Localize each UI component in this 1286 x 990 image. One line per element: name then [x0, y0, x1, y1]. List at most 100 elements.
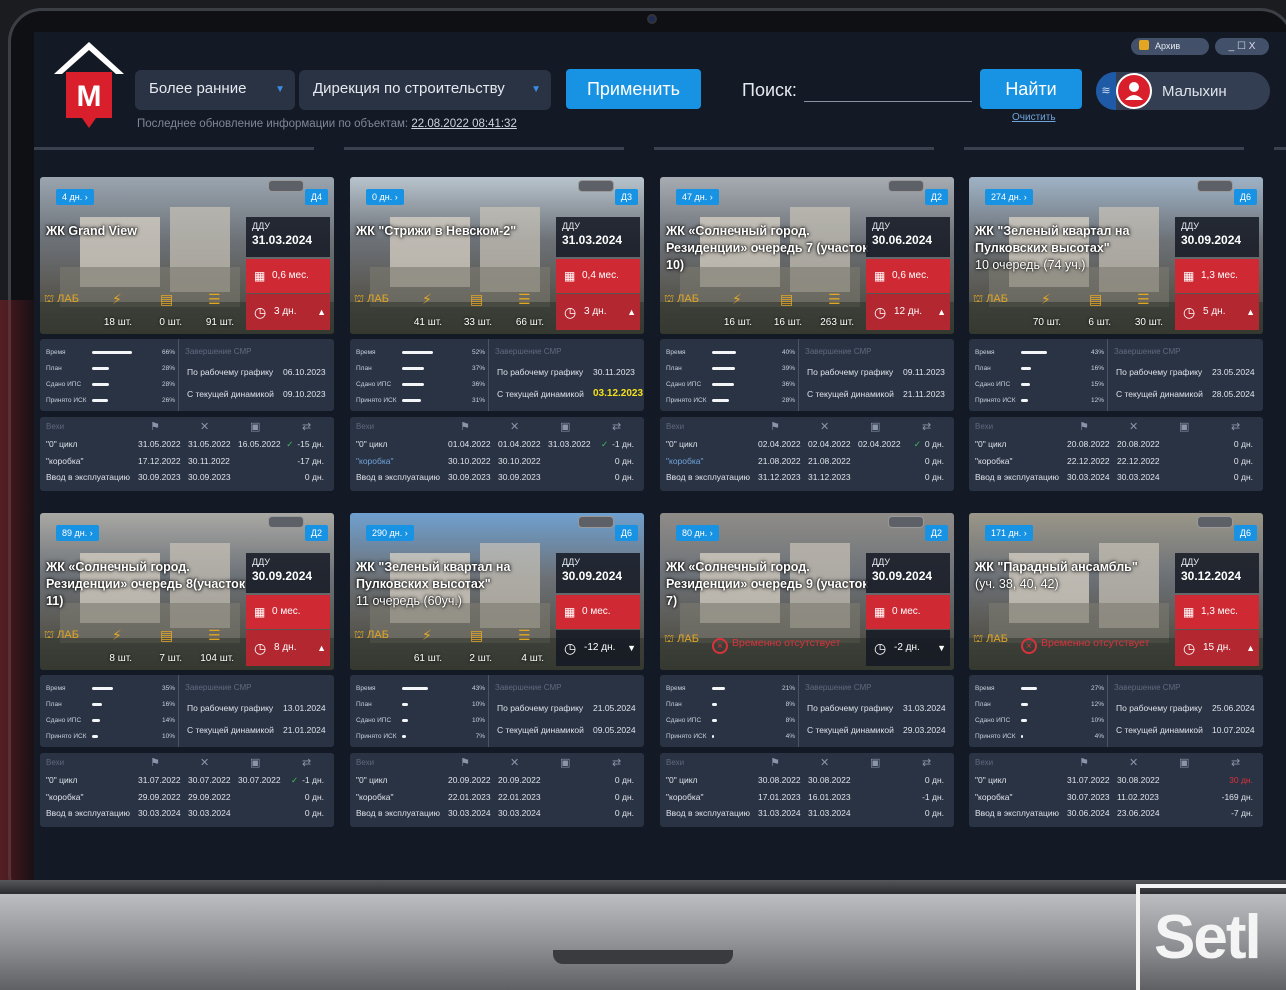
- camera-icon[interactable]: [578, 516, 614, 528]
- camera-icon[interactable]: [888, 516, 924, 528]
- clear-link[interactable]: Очистить: [1012, 112, 1056, 123]
- days-badge[interactable]: 80 дн. ›: [676, 525, 719, 541]
- flag-icon: ⚑: [150, 421, 160, 433]
- progress-row: Принято ИСК 7%: [356, 733, 486, 740]
- find-button[interactable]: Найти: [980, 69, 1082, 109]
- object-photo[interactable]: 171 дн. › Д6 ЖК "Парадный ансамбль" (уч. 38…: [969, 513, 1263, 670]
- object-photo[interactable]: 89 дн. › Д2 ЖК «Солнечный город. Резиденци…: [40, 513, 334, 670]
- object-card[interactable]: 47 дн. › Д2 ЖК «Солнечный город. Резиденци…: [660, 177, 954, 493]
- progress-label: Принято ИСК: [666, 733, 707, 740]
- app-logo: M: [54, 42, 124, 128]
- object-card[interactable]: 0 дн. › Д3 ЖК "Стрижи в Невском-2" ДДУ 31.03…: [350, 177, 644, 493]
- current-date: 21.11.2023: [903, 389, 945, 399]
- count-3: 263 шт.: [820, 317, 854, 328]
- schedule-date: 30.11.2023: [593, 367, 635, 377]
- days-badge[interactable]: 274 дн. ›: [985, 189, 1033, 205]
- object-photo[interactable]: 4 дн. › Д4 ЖК Grand View ДДУ 31.03.2024 0,6 м…: [40, 177, 334, 334]
- milestone-delta-value: -7 дн.: [1231, 808, 1253, 818]
- run-icon: ⇄: [1231, 421, 1241, 433]
- milestone-plan-date: 20.09.2022: [448, 775, 491, 785]
- milestone-delta: -169 дн.: [1222, 792, 1253, 802]
- count-1: 16 шт.: [723, 317, 752, 328]
- completion-schedule-row: По рабочему графику 21.05.2024: [497, 703, 647, 713]
- object-card[interactable]: 171 дн. › Д6 ЖК "Парадный ансамбль" (уч. 38…: [969, 513, 1263, 829]
- apply-button[interactable]: Применить: [566, 69, 701, 109]
- object-photo[interactable]: 47 дн. › Д2 ЖК «Солнечный город. Резиденци…: [660, 177, 954, 334]
- object-photo[interactable]: 290 дн. › Д6 ЖК "Зеленый квартал на Пулков…: [350, 513, 644, 670]
- ddu-label: ДДУ: [1181, 221, 1200, 231]
- lab-label: ЛАБ: [677, 293, 699, 305]
- days-badge[interactable]: 47 дн. ›: [676, 189, 719, 205]
- progress-panel: Время 35% План 16% Сдано ИПС 14% Принято ИСК 10…: [40, 675, 334, 747]
- days-delta: 5 дн. ▲: [1175, 294, 1259, 330]
- progress-percent: 43%: [471, 685, 485, 692]
- progress-percent: 21%: [781, 685, 795, 692]
- days-badge[interactable]: 171 дн. ›: [985, 525, 1033, 541]
- stack-icon: ☰: [208, 291, 221, 307]
- completion-schedule-row: По рабочему графику 30.11.2023: [497, 367, 647, 377]
- schedule-label: По рабочему графику: [187, 367, 274, 377]
- trend-arrow-icon: ▲: [1246, 643, 1255, 653]
- directorate-select[interactable]: Дирекция по строительству ▼: [299, 70, 551, 110]
- camera-icon[interactable]: [268, 516, 304, 528]
- milestones-panel: Вехи ⚑ ✕ ▣ ⇄ "0" цикл 01.04.2022 01.04.2022 31.0…: [350, 417, 644, 491]
- milestone-forecast-date: 30.07.2022: [188, 775, 231, 785]
- milestone-delta: 0 дн.: [925, 808, 944, 818]
- progress-row: Принято ИСК 4%: [666, 733, 796, 740]
- lab-badge: ⛫ ЛАБ: [354, 293, 389, 307]
- progress-row: Сдано ИПС 10%: [356, 717, 486, 724]
- progress-label: Сдано ИПС: [975, 717, 1011, 724]
- check-icon: ✓: [286, 439, 294, 449]
- progress-label: План: [975, 365, 991, 372]
- milestone-plan-date: 31.07.2022: [1067, 775, 1110, 785]
- current-label: С текущей динамикой: [497, 725, 584, 735]
- user-menu[interactable]: ≋ Малыхин: [1096, 72, 1270, 110]
- milestone-plan-date: 30.08.2022: [758, 775, 801, 785]
- camera-icon[interactable]: [1197, 180, 1233, 192]
- schedule-date: 31.03.2024: [903, 703, 946, 713]
- days-badge[interactable]: 0 дн. ›: [366, 189, 404, 205]
- object-photo[interactable]: 0 дн. › Д3 ЖК "Стрижи в Невском-2" ДДУ 31.03…: [350, 177, 644, 334]
- days-badge[interactable]: 290 дн. ›: [366, 525, 414, 541]
- object-card[interactable]: 290 дн. › Д6 ЖК "Зеленый квартал на Пулков…: [350, 513, 644, 829]
- camera-icon[interactable]: [578, 180, 614, 192]
- days-badge[interactable]: 89 дн. ›: [56, 525, 99, 541]
- object-card[interactable]: 80 дн. › Д2 ЖК «Солнечный город. Резиденци…: [660, 513, 954, 829]
- search-input[interactable]: [804, 80, 972, 102]
- object-indicators: ⛫ ЛАБ ⚡ ▤ ☰ 70 шт. 6 шт. 30 шт.: [969, 287, 1175, 333]
- camera-icon[interactable]: [888, 180, 924, 192]
- milestone-forecast-date: 21.08.2022: [808, 456, 851, 466]
- progress-percent: 31%: [471, 397, 485, 404]
- object-card[interactable]: 89 дн. › Д2 ЖК «Солнечный город. Резиденци…: [40, 513, 334, 829]
- progress-percent: 16%: [161, 701, 175, 708]
- milestones-panel: Вехи ⚑ ✕ ▣ ⇄ "0" цикл 31.07.2022 30.08.2022 30 д…: [969, 753, 1263, 827]
- crane-icon: ⛫: [664, 293, 678, 305]
- window-controls[interactable]: _ ☐ X: [1215, 38, 1269, 55]
- ddu-label: ДДУ: [872, 221, 891, 231]
- current-label: С текущей динамикой: [187, 389, 274, 399]
- calendar-icon: ▣: [250, 757, 261, 769]
- progress-bar: [1021, 735, 1024, 738]
- object-photo[interactable]: 80 дн. › Д2 ЖК «Солнечный город. Резиденци…: [660, 513, 954, 670]
- schedule-label: По рабочему графику: [1116, 703, 1203, 713]
- object-photo[interactable]: 274 дн. › Д6 ЖК "Зеленый квартал на Пулков…: [969, 177, 1263, 334]
- object-card[interactable]: 274 дн. › Д6 ЖК "Зеленый квартал на Пулков…: [969, 177, 1263, 493]
- object-card[interactable]: 4 дн. › Д4 ЖК Grand View ДДУ 31.03.2024 0,6 м…: [40, 177, 334, 493]
- archive-button[interactable]: Архив: [1131, 38, 1209, 55]
- milestone-plan-date: 31.03.2024: [758, 808, 801, 818]
- camera-icon[interactable]: [1197, 516, 1233, 528]
- update-date[interactable]: 22.08.2022 08:41:32: [411, 118, 517, 130]
- window-topbar: Архив _ ☐ X: [1131, 38, 1269, 55]
- milestones-title: Вехи: [356, 758, 375, 767]
- current-label: С текущей динамикой: [1116, 725, 1203, 735]
- object-indicators: ⛫ ЛАБ ⚡ ▤ ☰ 61 шт. 2 шт. 4 шт.: [350, 623, 556, 669]
- layers-icon[interactable]: ≋: [1096, 72, 1116, 110]
- days-badge[interactable]: 4 дн. ›: [56, 189, 94, 205]
- count-3: 66 шт.: [515, 317, 544, 328]
- stack-icon: ☰: [518, 627, 531, 643]
- days-value: 171 дн.: [991, 528, 1022, 538]
- period-select[interactable]: Более ранние ▼: [135, 70, 295, 110]
- camera-icon[interactable]: [268, 180, 304, 192]
- lab-badge: ⛫ ЛАБ: [664, 633, 699, 647]
- object-name: ЖК "Стрижи в Невском-2": [356, 223, 561, 240]
